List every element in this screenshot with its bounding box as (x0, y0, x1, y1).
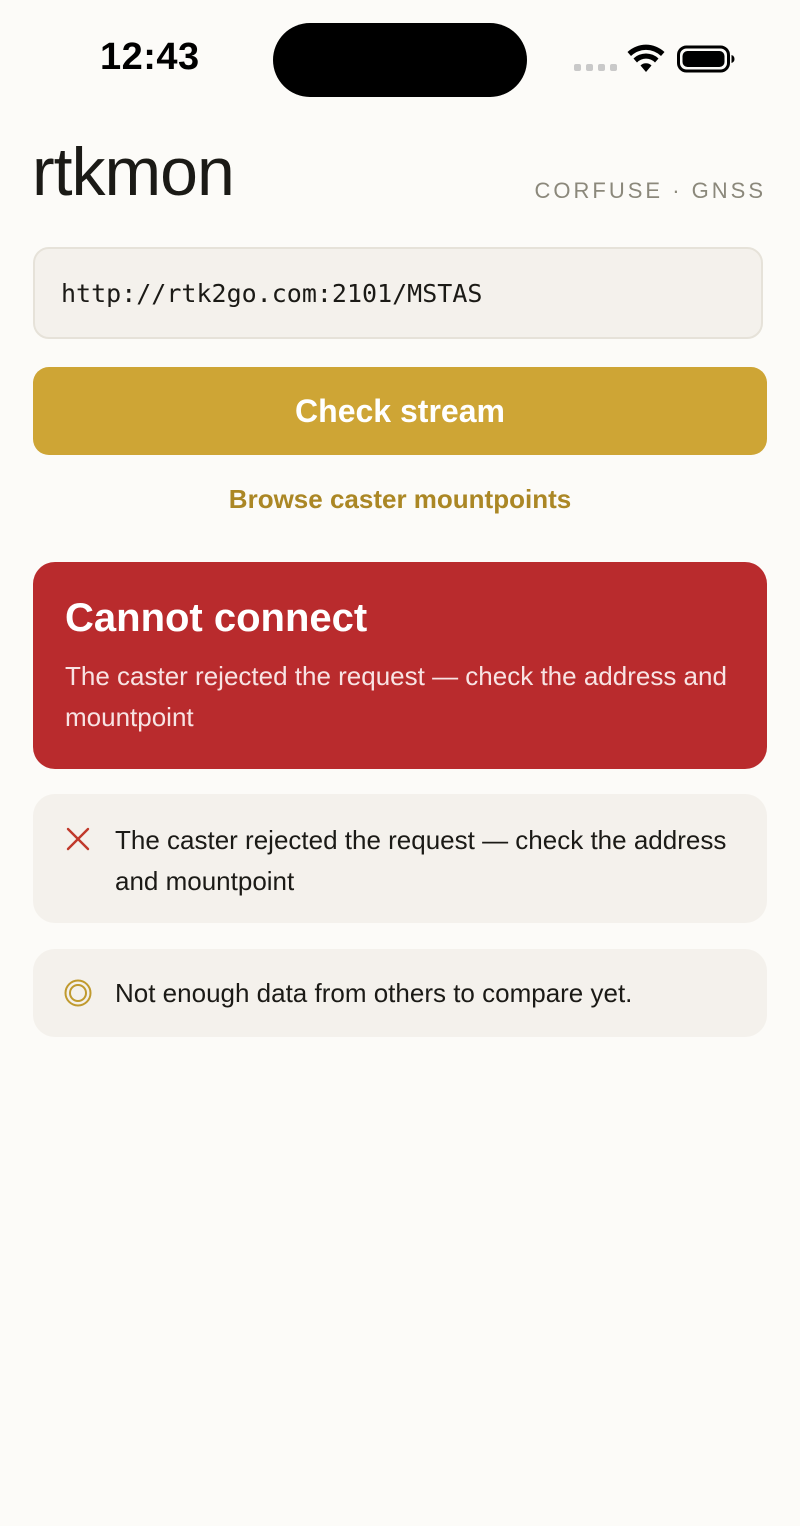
result-text-rejected: The caster rejected the request — check … (115, 825, 727, 896)
app-title: rtkmon (32, 134, 235, 210)
check-stream-button[interactable]: Check stream (33, 367, 767, 455)
status-bar: 12:43 (0, 0, 800, 120)
stream-url-input[interactable] (33, 247, 763, 339)
error-message: The caster rejected the request — check … (65, 661, 727, 732)
error-banner: Cannot connect The caster rejected the r… (33, 562, 767, 769)
cellular-signal-icon (574, 64, 617, 71)
battery-icon (677, 45, 735, 73)
dynamic-island (273, 23, 527, 97)
result-text-compare: Not enough data from others to compare y… (115, 977, 633, 1008)
result-card-compare: Not enough data from others to compare y… (33, 949, 767, 1037)
wifi-icon (627, 44, 665, 72)
app-subtitle: CORFUSE · GNSS (534, 178, 766, 203)
result-card-rejected: The caster rejected the request — check … (33, 794, 767, 923)
browse-mountpoints-link[interactable]: Browse caster mountpoints (0, 484, 800, 515)
error-title: Cannot connect (65, 596, 368, 640)
close-icon (66, 827, 90, 851)
status-time: 12:43 (100, 36, 200, 78)
target-icon (64, 979, 92, 1007)
